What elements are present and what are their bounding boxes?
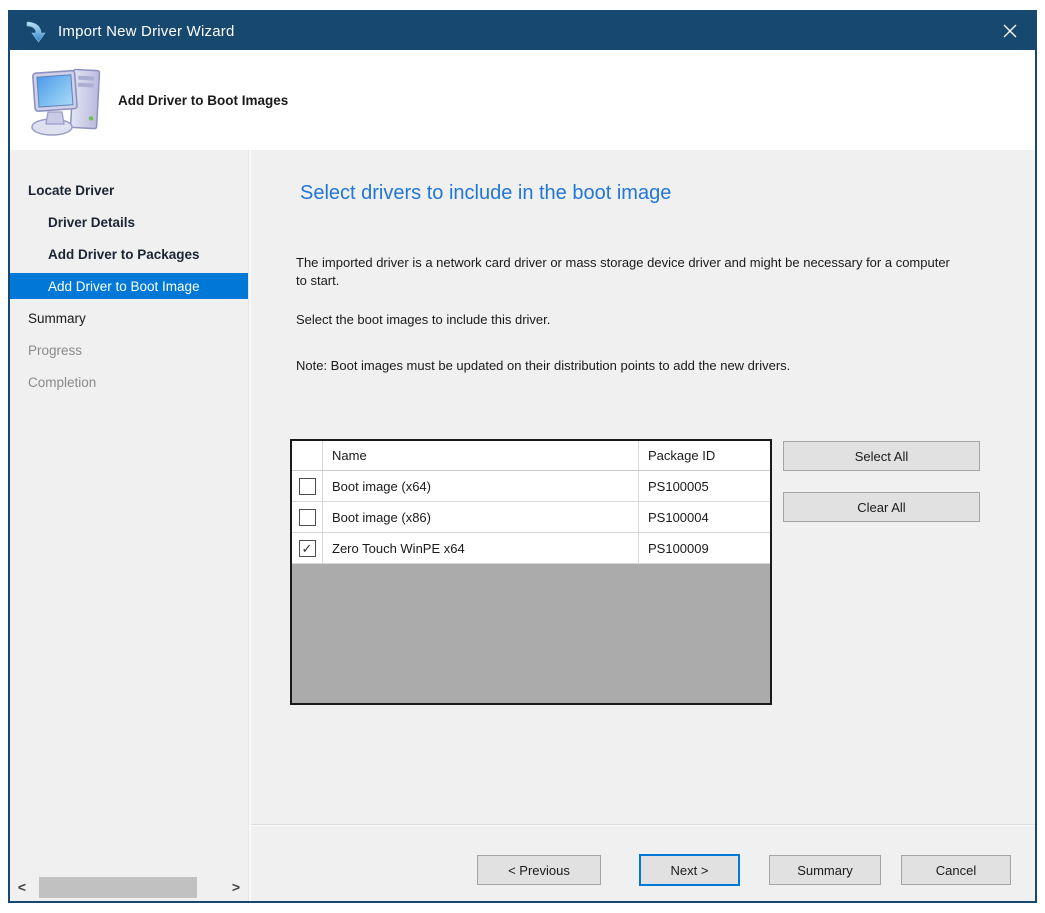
sidebar-item-summary[interactable]: Summary <box>10 302 248 334</box>
row-checkbox-unchecked[interactable] <box>299 509 316 526</box>
wizard-steps-sidebar: Locate Driver Driver Details Add Driver … <box>10 150 248 901</box>
clear-all-button[interactable]: Clear All <box>783 492 980 522</box>
package-id: PS100005 <box>639 471 770 501</box>
table-row[interactable]: Boot image (x64) PS100005 <box>292 471 770 502</box>
title-bar: Import New Driver Wizard <box>10 12 1035 50</box>
wizard-main-content: Select drivers to include in the boot im… <box>251 150 1035 901</box>
package-id: PS100009 <box>639 533 770 563</box>
sidebar-item-progress: Progress <box>10 334 248 366</box>
sidebar-item-add-driver-to-boot-image[interactable]: Add Driver to Boot Image <box>10 273 248 299</box>
import-new-driver-wizard-window: Import New Driver Wizard <box>8 10 1037 903</box>
sidebar-item-completion: Completion <box>10 366 248 398</box>
scrollbar-thumb[interactable] <box>39 877 197 898</box>
wizard-page-title: Add Driver to Boot Images <box>118 93 288 108</box>
row-checkbox-unchecked[interactable] <box>299 478 316 495</box>
boot-image-name: Boot image (x86) <box>323 502 639 532</box>
sidebar-item-add-driver-to-packages[interactable]: Add Driver to Packages <box>10 238 248 270</box>
scroll-right-icon[interactable]: > <box>225 875 247 900</box>
sidebar-item-locate-driver[interactable]: Locate Driver <box>10 174 248 206</box>
wizard-header: Add Driver to Boot Images <box>10 50 1035 150</box>
row-checkbox-checked[interactable]: ✓ <box>299 540 316 557</box>
boot-image-name: Boot image (x64) <box>323 471 639 501</box>
boot-image-name: Zero Touch WinPE x64 <box>323 533 639 563</box>
check-icon: ✓ <box>302 542 313 555</box>
note-text: Note: Boot images must be updated on the… <box>296 357 952 375</box>
window-title: Import New Driver Wizard <box>58 23 235 40</box>
boot-images-table: Name Package ID Boot image (x64) PS10000… <box>290 439 772 705</box>
horizontal-scrollbar[interactable]: < > <box>11 875 247 900</box>
scroll-left-icon[interactable]: < <box>11 875 33 900</box>
next-button[interactable]: Next > <box>639 854 740 886</box>
package-id-column-header: Package ID <box>639 441 770 470</box>
previous-button[interactable]: < Previous <box>477 855 601 885</box>
summary-button[interactable]: Summary <box>769 855 881 885</box>
table-row[interactable]: ✓ Zero Touch WinPE x64 PS100009 <box>292 533 770 564</box>
wizard-body: Locate Driver Driver Details Add Driver … <box>10 150 1035 901</box>
select-all-button[interactable]: Select All <box>783 441 980 471</box>
package-id: PS100004 <box>639 502 770 532</box>
table-row[interactable]: Boot image (x86) PS100004 <box>292 502 770 533</box>
wizard-curved-arrow-icon <box>22 18 48 44</box>
sidebar-item-driver-details[interactable]: Driver Details <box>10 206 248 238</box>
cancel-button[interactable]: Cancel <box>901 855 1011 885</box>
computer-icon <box>26 58 108 142</box>
screen-background: Import New Driver Wizard <box>0 0 1045 913</box>
instruction-text: Select the boot images to include this d… <box>296 311 952 329</box>
table-header-row: Name Package ID <box>292 441 770 471</box>
page-heading: Select drivers to include in the boot im… <box>300 182 671 205</box>
table-empty-area <box>292 564 770 703</box>
checkbox-column-header <box>292 441 323 470</box>
description-text: The imported driver is a network card dr… <box>296 254 952 289</box>
name-column-header: Name <box>323 441 639 470</box>
footer-divider <box>251 824 1035 826</box>
close-icon[interactable] <box>993 16 1027 46</box>
